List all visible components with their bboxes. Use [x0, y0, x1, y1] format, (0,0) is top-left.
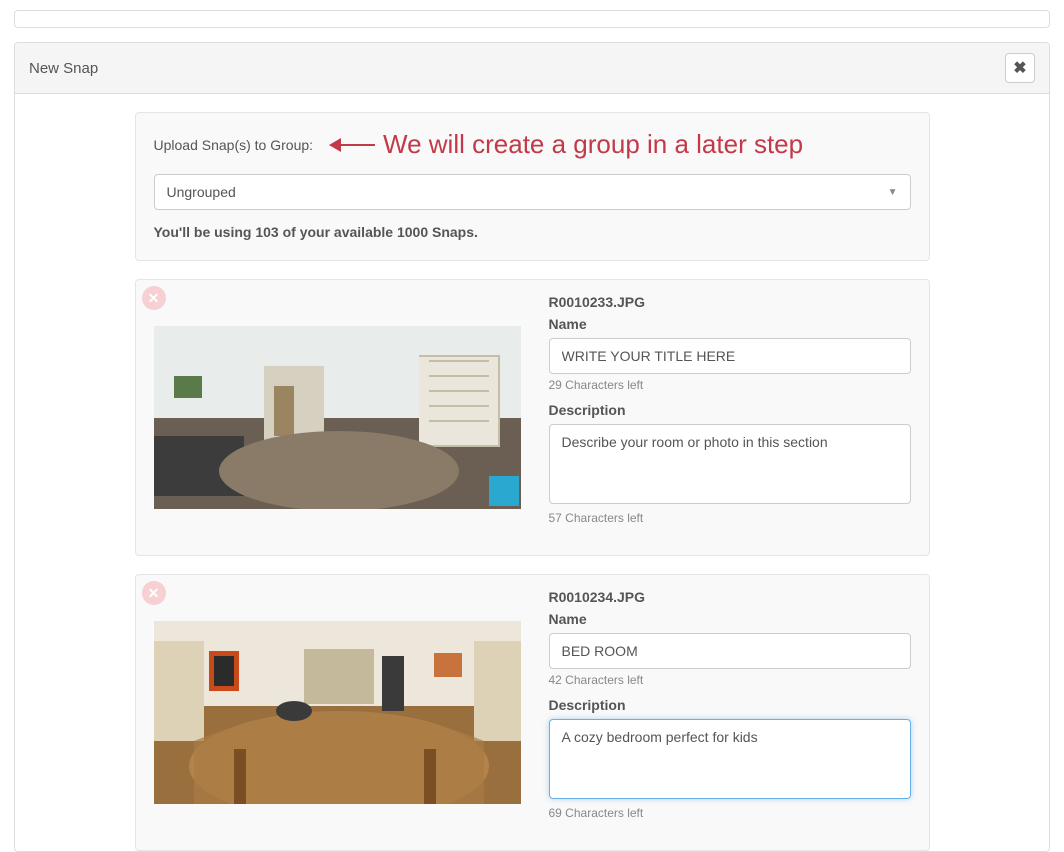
panel-title: New Snap [29, 60, 98, 77]
snap-filename: R0010233.JPG [549, 294, 911, 310]
close-icon: ✕ [148, 585, 160, 602]
annotation: We will create a group in a later step [331, 129, 803, 160]
previous-panel-edge [14, 10, 1050, 28]
snap-thumbnail [154, 621, 521, 804]
remove-snap-button[interactable]: ✕ [142, 581, 166, 605]
snap-filename: R0010234.JPG [549, 589, 911, 605]
description-label: Description [549, 697, 911, 713]
snap-thumbnail [154, 326, 521, 509]
description-char-count: 69 Characters left [549, 806, 911, 820]
close-icon: ✕ [148, 290, 160, 307]
panel-header: New Snap ✖ [15, 43, 1049, 94]
name-char-count: 42 Characters left [549, 673, 911, 687]
arrow-left-icon [331, 144, 375, 146]
name-input[interactable] [549, 338, 911, 374]
group-select-value: Ungrouped [167, 184, 236, 200]
snap-card: ✕ [135, 279, 930, 556]
annotation-text: We will create a group in a later step [383, 129, 803, 160]
close-icon: ✖ [1013, 58, 1026, 78]
upload-group-box: Upload Snap(s) to Group: We will create … [135, 112, 930, 261]
description-char-count: 57 Characters left [549, 511, 911, 525]
name-input[interactable] [549, 633, 911, 669]
close-button[interactable]: ✖ [1005, 53, 1035, 83]
usage-info: You'll be using 103 of your available 10… [154, 224, 911, 240]
description-label: Description [549, 402, 911, 418]
description-input[interactable] [549, 719, 911, 799]
name-label: Name [549, 316, 911, 332]
name-label: Name [549, 611, 911, 627]
new-snap-panel: New Snap ✖ Upload Snap(s) to Group: We w… [14, 42, 1050, 852]
remove-snap-button[interactable]: ✕ [142, 286, 166, 310]
name-char-count: 29 Characters left [549, 378, 911, 392]
description-input[interactable] [549, 424, 911, 504]
chevron-down-icon: ▼ [888, 187, 898, 198]
upload-group-label: Upload Snap(s) to Group: [154, 137, 314, 153]
snap-card: ✕ [135, 574, 930, 851]
group-select[interactable]: Ungrouped ▼ [154, 174, 911, 210]
